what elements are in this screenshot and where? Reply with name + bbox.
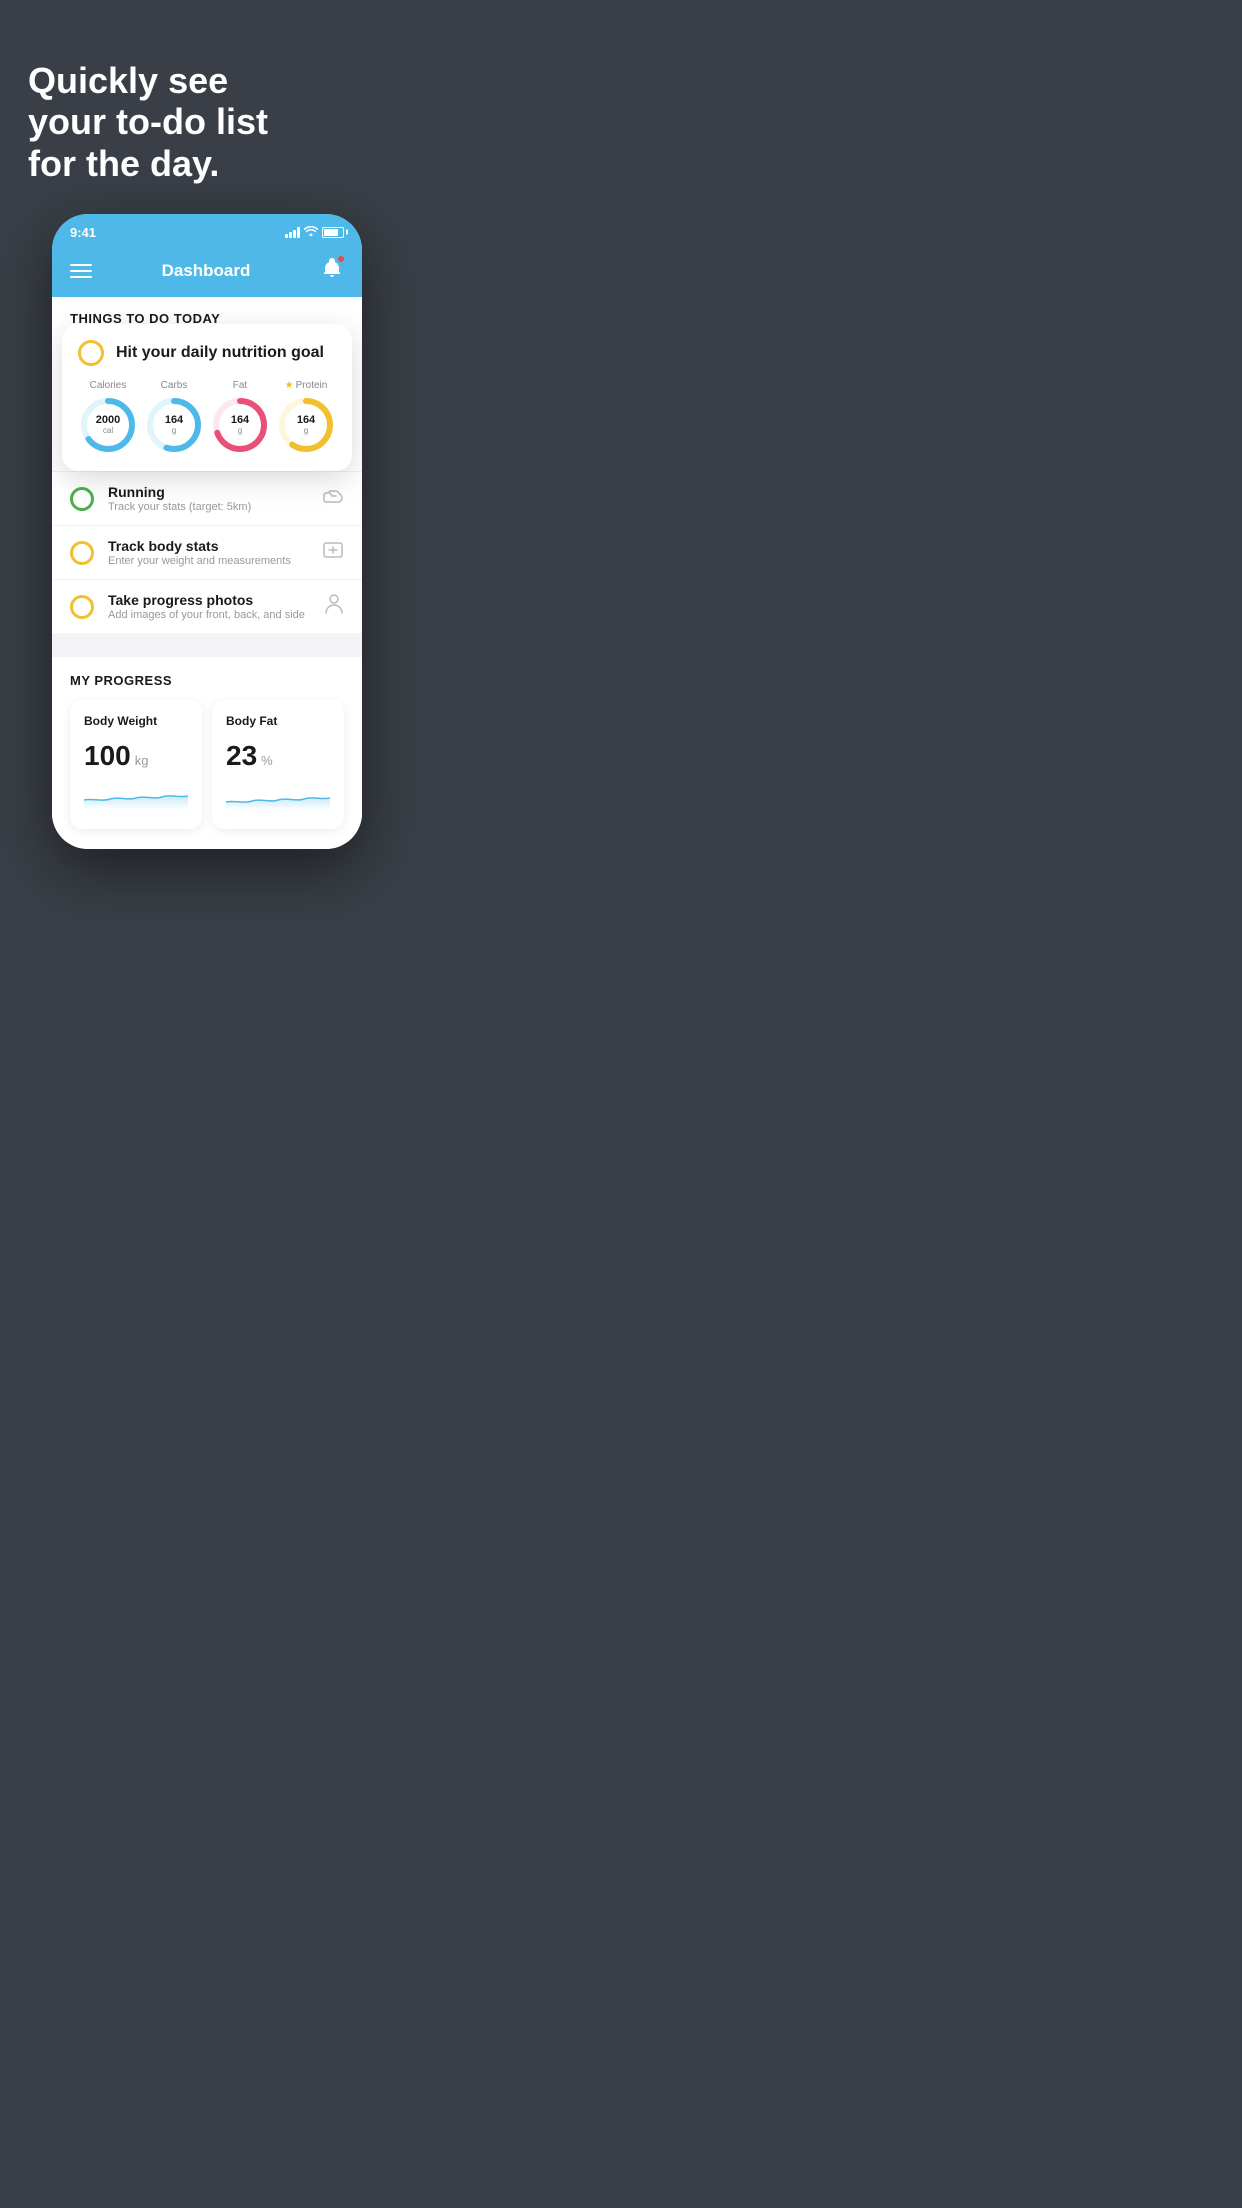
progress-header: MY PROGRESS [70,673,344,688]
status-time: 9:41 [70,225,96,240]
nutrition-protein: ★ Protein 164 g [276,380,336,455]
progress-section: MY PROGRESS Body Weight 100 kg [52,657,362,849]
calories-donut: 2000 cal [78,395,138,455]
progress-photos-title: Take progress photos [108,592,310,608]
scale-icon [322,540,344,565]
running-title: Running [108,484,308,500]
progress-photos-text: Take progress photos Add images of your … [108,592,310,621]
carbs-donut: 164 g [144,395,204,455]
body-stats-subtitle: Enter your weight and measurements [108,555,308,567]
body-fat-unit: % [261,753,273,768]
phone-frame: 9:41 [52,214,362,849]
fat-donut: 164 g [210,395,270,455]
hero-heading: Quickly see your to-do list for the day. [28,60,386,184]
body-fat-title: Body Fat [226,714,330,728]
nutrition-calories: Calories 2000 cal [78,380,138,455]
body-fat-value: 23 [226,740,257,772]
nutrition-carbs: Carbs 164 g [144,380,204,455]
nav-title: Dashboard [162,261,251,281]
battery-icon [322,227,344,238]
body-weight-card[interactable]: Body Weight 100 kg [70,700,202,829]
section-spacer [52,633,362,657]
status-bar: 9:41 [52,214,362,246]
todo-body-stats[interactable]: Track body stats Enter your weight and m… [52,525,362,579]
fat-label: Fat [233,380,247,391]
progress-cards: Body Weight 100 kg [70,700,344,849]
main-content: THINGS TO DO TODAY Hit your daily nutrit… [52,297,362,849]
body-stats-text: Track body stats Enter your weight and m… [108,538,308,567]
body-fat-chart [226,780,330,810]
body-weight-value: 100 [84,740,131,772]
nutrition-card: Hit your daily nutrition goal Calories [62,324,352,471]
body-weight-title: Body Weight [84,714,188,728]
status-icons [285,225,344,239]
nutrition-card-title: Hit your daily nutrition goal [116,344,324,362]
hero-section: Quickly see your to-do list for the day. [0,0,414,214]
body-weight-chart [84,780,188,810]
running-checkbox[interactable] [70,487,94,511]
body-stats-checkbox[interactable] [70,541,94,565]
protein-label: ★ Protein [285,380,328,391]
nutrition-grid: Calories 2000 cal [78,380,336,455]
phone-wrapper: 9:41 [0,214,414,889]
person-icon [324,593,344,620]
body-weight-unit: kg [135,753,149,768]
card-title-row: Hit your daily nutrition goal [78,340,336,366]
signal-icon [285,226,300,238]
body-stats-title: Track body stats [108,538,308,554]
star-icon: ★ [285,380,294,391]
nutrition-checkbox[interactable] [78,340,104,366]
protein-donut: 164 g [276,395,336,455]
menu-button[interactable] [70,264,92,278]
nutrition-fat: Fat 164 g [210,380,270,455]
calories-label: Calories [90,380,127,391]
progress-photos-subtitle: Add images of your front, back, and side [108,609,310,621]
shoe-icon [322,487,344,510]
wifi-icon [304,225,318,239]
progress-photos-checkbox[interactable] [70,595,94,619]
running-subtitle: Track your stats (target: 5km) [108,501,308,513]
todo-running[interactable]: Running Track your stats (target: 5km) [52,471,362,525]
body-weight-value-row: 100 kg [84,740,188,772]
body-fat-card[interactable]: Body Fat 23 % [212,700,344,829]
running-text: Running Track your stats (target: 5km) [108,484,308,513]
notification-button[interactable] [320,256,344,285]
carbs-label: Carbs [161,380,188,391]
todo-progress-photos[interactable]: Take progress photos Add images of your … [52,579,362,633]
body-fat-value-row: 23 % [226,740,330,772]
nav-bar: Dashboard [52,246,362,297]
